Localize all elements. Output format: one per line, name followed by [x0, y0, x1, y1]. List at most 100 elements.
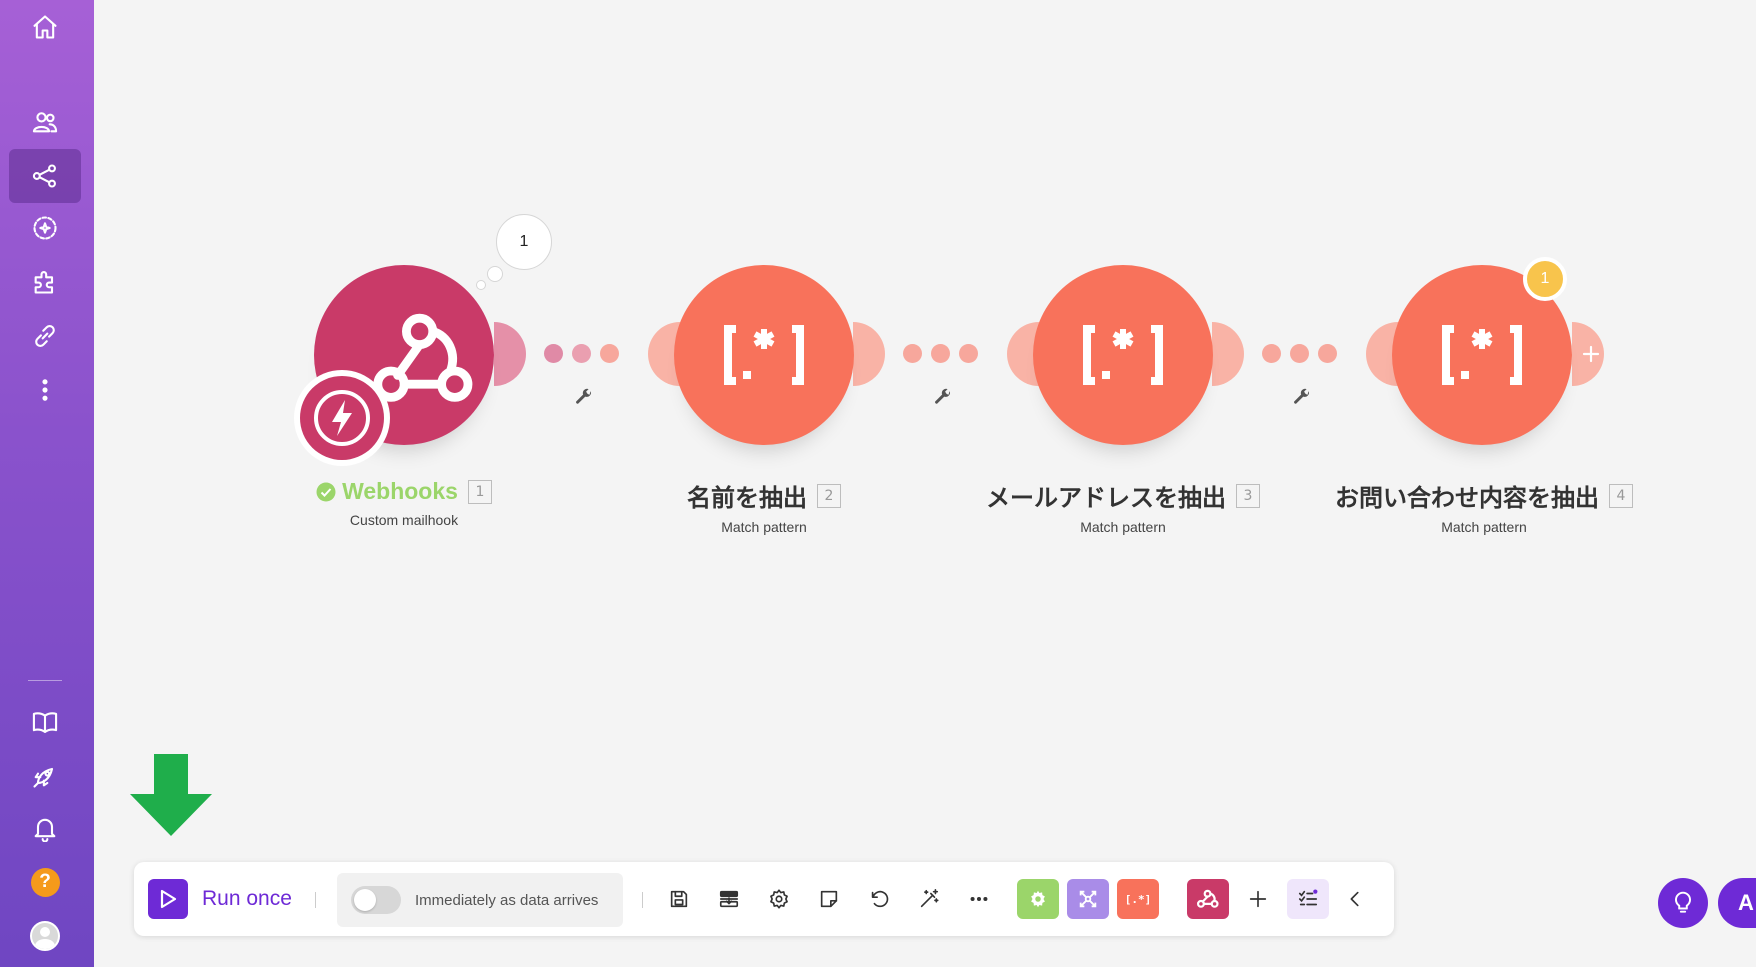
whats-new-icon: [33, 767, 54, 788]
connector-dot: [544, 344, 563, 363]
sidebar-item-home[interactable]: [9, 0, 81, 54]
module-3-output-ear[interactable]: [1212, 322, 1258, 386]
add-module-button[interactable]: [1241, 882, 1275, 916]
queue-count-bubble[interactable]: 1: [496, 214, 552, 270]
module-title: Webhooks: [342, 478, 458, 504]
scenario-settings-button[interactable]: [762, 882, 796, 916]
module-number: 3: [1236, 483, 1260, 508]
sidebar-item-whats-new[interactable]: [9, 749, 81, 803]
tools-gear-icon: [1031, 890, 1045, 908]
operation-count-badge[interactable]: 1: [1523, 257, 1567, 301]
sidebar-item-profile[interactable]: [9, 909, 81, 963]
module-4-add-ear[interactable]: [1572, 322, 1618, 386]
sidebar-item-scenarios[interactable]: [9, 149, 81, 203]
thought-bubble-small: [476, 280, 486, 290]
flow-control-icon: [1079, 890, 1097, 908]
team-icon: [32, 112, 58, 133]
webhooks-tile[interactable]: [1187, 879, 1229, 919]
module-match-pattern-3[interactable]: [1033, 265, 1213, 445]
flow-control-tile[interactable]: [1067, 879, 1109, 919]
connector-dot: [572, 344, 591, 363]
auto-align-button[interactable]: [912, 882, 946, 916]
hint-button[interactable]: [1658, 878, 1708, 928]
module-subtitle: Match pattern: [721, 519, 807, 535]
module-2-output-ear[interactable]: [853, 322, 899, 386]
module-title-group: メールアドレスを抽出 3: [986, 478, 1260, 513]
module-number: 1: [467, 479, 492, 504]
scenarios-icon: [32, 164, 56, 188]
webhook-icon: [1197, 889, 1219, 908]
ai-agents-icon: [33, 216, 57, 240]
sidebar-item-help[interactable]: ?: [9, 855, 81, 909]
save-button[interactable]: [662, 882, 696, 916]
undo-icon: [871, 890, 889, 908]
avatar: [30, 921, 60, 951]
plus-icon: [1249, 890, 1267, 908]
connector-dot: [600, 344, 619, 363]
chevron-left-icon: [1350, 891, 1359, 907]
checklist-icon: [1298, 889, 1318, 906]
undo-button[interactable]: [862, 882, 896, 916]
sidebar-item-more[interactable]: [9, 363, 81, 417]
wrench-icon[interactable]: [1292, 387, 1312, 407]
lightbulb-icon: [1674, 891, 1692, 913]
ai-assistant-button[interactable]: A: [1718, 878, 1756, 928]
help-icon: ?: [30, 867, 60, 897]
connector-dot: [1318, 344, 1337, 363]
connector-dot: [903, 344, 922, 363]
notes-icon: [820, 890, 838, 908]
sidebar-item-team[interactable]: [9, 95, 81, 149]
module-match-pattern-2[interactable]: [674, 265, 854, 445]
more-icon: [42, 379, 48, 401]
collapse-toolbar-button[interactable]: [1338, 882, 1372, 916]
connector-dot: [931, 344, 950, 363]
connector-dot: [1290, 344, 1309, 363]
module-subtitle: Match pattern: [1080, 519, 1166, 535]
checklist-button[interactable]: [1287, 879, 1329, 919]
module-label-4: お問い合わせ内容を抽出 4 Match pattern: [1302, 478, 1666, 535]
text-parser-tile[interactable]: [.*]: [1117, 879, 1159, 919]
scenario-toolbar: Run once Immediately as data arrives [.*…: [134, 862, 1394, 936]
explain-flow-button[interactable]: [712, 882, 746, 916]
more-options-button[interactable]: [962, 882, 996, 916]
settings-icon: [770, 889, 788, 909]
explain-flow-icon: [719, 890, 739, 908]
lightning-icon: [314, 390, 370, 446]
run-once-label: Run once: [202, 887, 292, 910]
module-title-group: お問い合わせ内容を抽出 4: [1335, 478, 1633, 513]
notifications-icon: [34, 818, 56, 842]
toolbar-separator: [642, 892, 643, 908]
wrench-icon[interactable]: [933, 387, 953, 407]
wrench-icon[interactable]: [574, 387, 594, 407]
module-subtitle: Custom mailhook: [349, 511, 459, 528]
save-icon: [670, 890, 688, 908]
module-1-output-ear[interactable]: [494, 322, 540, 386]
module-title: お問い合わせ内容を抽出: [1335, 484, 1599, 512]
home-icon: [33, 15, 57, 39]
schedule-toggle[interactable]: [351, 886, 401, 914]
sidebar-item-apps[interactable]: [9, 255, 81, 309]
sidebar-item-ai-agents[interactable]: [9, 201, 81, 255]
sidebar-item-connections[interactable]: [9, 309, 81, 363]
tools-tile[interactable]: [1017, 879, 1059, 919]
down-arrow-icon: [130, 754, 212, 836]
module-title: メールアドレスを抽出: [986, 484, 1226, 512]
sidebar-item-docs[interactable]: [9, 695, 81, 749]
trigger-badge-ring: [294, 370, 390, 466]
play-icon: [148, 879, 188, 919]
notes-button[interactable]: [812, 882, 846, 916]
sidebar-item-notifications[interactable]: [9, 801, 81, 855]
module-subtitle: Match pattern: [1441, 519, 1527, 535]
schedule-label: Immediately as data arrives: [415, 891, 599, 909]
sidebar: ?: [0, 0, 94, 967]
module-label-2: 名前を抽出 2 Match pattern: [624, 478, 904, 535]
auto-align-icon: [920, 889, 939, 908]
more-icon: [970, 896, 988, 902]
run-once-button[interactable]: Run once: [148, 879, 292, 919]
success-check-icon: [316, 482, 336, 501]
schedule-setting[interactable]: Immediately as data arrives: [337, 873, 623, 927]
connections-icon: [35, 325, 55, 347]
module-title: 名前を抽出: [687, 484, 807, 512]
trigger-badge[interactable]: [300, 376, 384, 460]
docs-icon: [32, 712, 58, 733]
